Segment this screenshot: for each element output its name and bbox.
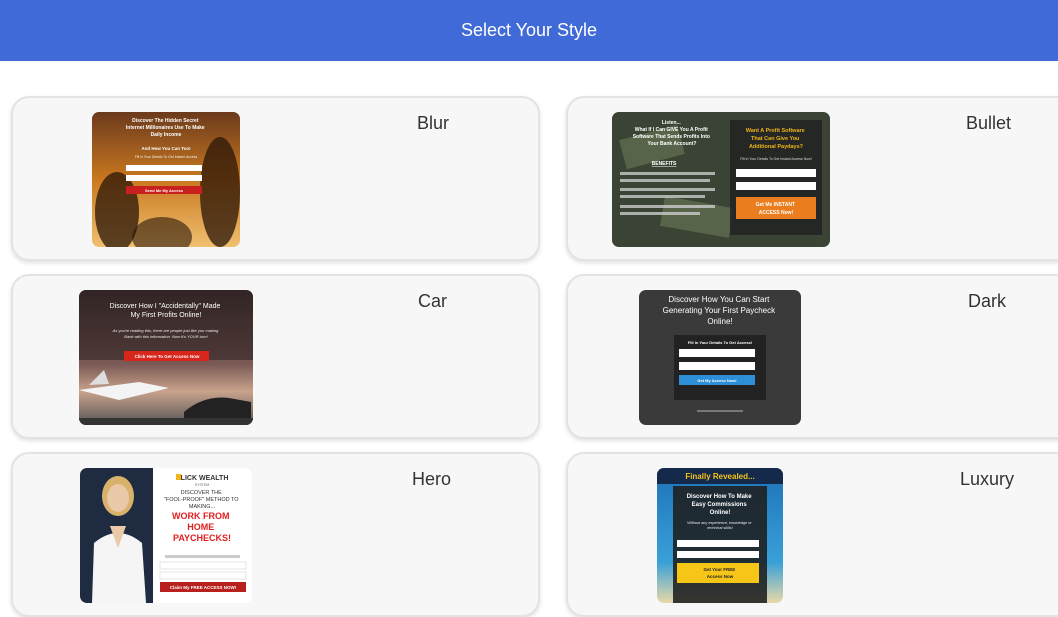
thumbnail-dark[interactable]: Discover How You Can Start Generating Yo…: [639, 290, 801, 425]
style-card-bullet[interactable]: Listen... What If I Can GIVE You A Profi…: [566, 96, 1058, 261]
thumb-note: Fill In Your Details To Get Access!: [688, 340, 752, 345]
thumbnail-car[interactable]: Discover How I "Accidentally" Made My Fi…: [79, 290, 253, 425]
thumb-subtext: As you're reading this, there are people…: [112, 328, 220, 339]
thumb-benefits: BENEFITS: [652, 161, 677, 167]
style-label: Car: [418, 291, 448, 311]
thumb-logo-sub: SYSTEM: [195, 483, 209, 487]
style-card-blur[interactable]: Discover The Hidden Secret Internet Mill…: [11, 96, 540, 261]
style-label: Bullet: [966, 113, 1012, 133]
header-bar: Select Your Style: [0, 0, 1058, 61]
style-card-hero[interactable]: CLICK WEALTH SYSTEM DISCOVER THE "FOOL-P…: [11, 452, 540, 617]
thumb-logo: CLICK WEALTH: [176, 475, 229, 482]
thumbnail-blur[interactable]: Discover The Hidden Secret Internet Mill…: [92, 112, 240, 247]
style-card-dark[interactable]: Discover How You Can Start Generating Yo…: [566, 274, 1058, 439]
style-card-luxury[interactable]: Finally Revealed... Discover How To Make…: [566, 452, 1058, 617]
style-label: Hero: [412, 469, 452, 489]
thumb-right-title: Want A Profit Software That Can Give You…: [746, 128, 807, 150]
thumb-note: Fill in Your Details To Get Instant Acce…: [740, 157, 812, 161]
style-label: Blur: [417, 113, 450, 133]
thumb-button: Send Me My Access: [145, 188, 184, 193]
style-card-car[interactable]: Discover How I "Accidentally" Made My Fi…: [11, 274, 540, 439]
thumbnail-luxury[interactable]: Finally Revealed... Discover How To Make…: [657, 468, 783, 603]
thumb-button: Click Here To Get Access Now: [135, 354, 200, 359]
thumbnail-bullet[interactable]: Listen... What If I Can GIVE You A Profi…: [612, 112, 830, 247]
thumb-banner: Finally Revealed...: [685, 472, 754, 481]
thumb-note: Fill in Your Details To Get Instant Acce…: [135, 155, 198, 159]
thumb-button: Claim My FREE ACCESS NOW!: [170, 585, 237, 590]
thumb-subtext: And How You Can Too!: [141, 146, 191, 151]
thumbnail-hero[interactable]: CLICK WEALTH SYSTEM DISCOVER THE "FOOL-P…: [80, 468, 252, 603]
style-label: Dark: [968, 291, 1007, 311]
thumb-button: Get My Access Now!: [697, 378, 736, 383]
style-label: Luxury: [960, 469, 1015, 489]
page-title: Select Your Style: [460, 20, 598, 40]
